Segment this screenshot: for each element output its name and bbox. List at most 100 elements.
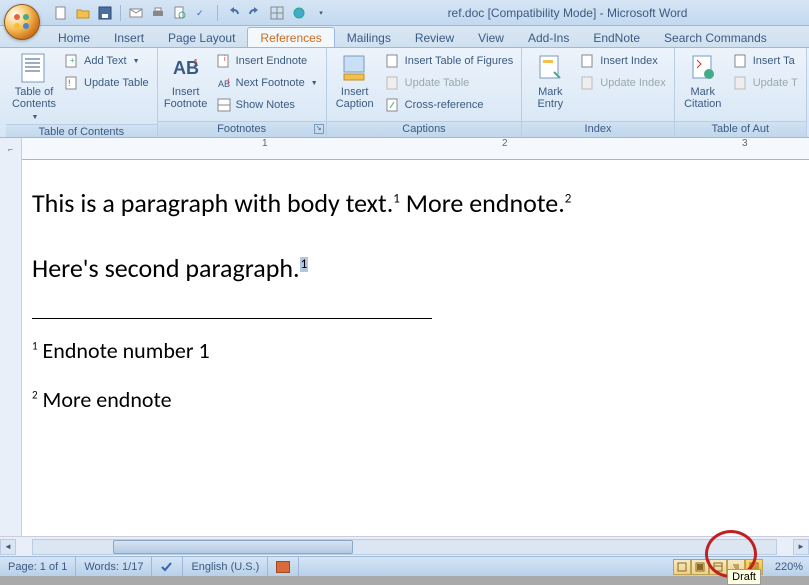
status-macro[interactable] [268, 557, 299, 576]
dialog-launcher-icon[interactable]: ↘ [314, 124, 324, 134]
group-toa: Mark Citation Insert Ta Update T Table o… [675, 48, 807, 137]
caption-label: Insert Caption [336, 86, 374, 110]
web-layout-view-button[interactable] [709, 559, 727, 575]
status-page[interactable]: Page: 1 of 1 [0, 557, 76, 576]
next-footnote-button[interactable]: AB1Next Footnote▼ [212, 72, 322, 94]
tab-page-layout[interactable]: Page Layout [156, 28, 247, 47]
mail-icon[interactable] [127, 4, 145, 22]
proof-icon [160, 561, 174, 573]
ruler-corner[interactable]: ⌐ [0, 138, 22, 160]
svg-text:+: + [70, 56, 75, 65]
update-table-button[interactable]: !Update Table [60, 72, 153, 94]
paragraph[interactable]: This is a paragraph with body text.1 Mor… [32, 188, 799, 219]
update3-icon [580, 75, 596, 91]
tab-view[interactable]: View [466, 28, 516, 47]
scroll-left-icon[interactable]: ◄ [0, 539, 16, 555]
qat-sep2 [217, 5, 218, 21]
update-ta-button[interactable]: Update T [729, 72, 802, 94]
redo-icon[interactable] [246, 4, 264, 22]
office-button[interactable] [4, 4, 40, 40]
insert-caption-button[interactable]: Insert Caption [331, 50, 379, 112]
status-language[interactable]: English (U.S.) [183, 557, 268, 576]
mark-cite-label: Mark Citation [684, 86, 721, 110]
insert-ta-button[interactable]: Insert Ta [729, 50, 802, 72]
qat-more-icon[interactable]: ▾ [312, 4, 330, 22]
status-bar: Page: 1 of 1 Words: 1/17 English (U.S.) … [0, 556, 809, 576]
svg-text:✓: ✓ [196, 8, 204, 18]
insert-footnote-button[interactable]: AB1 Insert Footnote [162, 50, 210, 112]
endnote-ref[interactable]: 2 [565, 191, 572, 206]
tab-add-ins[interactable]: Add-Ins [516, 28, 581, 47]
new-icon[interactable] [52, 4, 70, 22]
update2-icon [385, 75, 401, 91]
mark-entry-button[interactable]: Mark Entry [526, 50, 574, 112]
vertical-ruler[interactable] [0, 160, 22, 536]
ribbon-tabs: Home Insert Page Layout References Maili… [0, 26, 809, 48]
qat-sep [120, 5, 121, 21]
save-icon[interactable] [96, 4, 114, 22]
ruler-mark: 1 [262, 138, 268, 149]
tab-home[interactable]: Home [46, 28, 102, 47]
add-text-button[interactable]: +Add Text▼ [60, 50, 153, 72]
zoom-level[interactable]: 220% [769, 561, 809, 573]
endnote-text[interactable]: 1 Endnote number 1 [32, 337, 799, 364]
hyperlink-icon[interactable] [290, 4, 308, 22]
ruler-mark: 3 [742, 138, 748, 149]
chevron-down-icon: ▼ [311, 80, 318, 87]
full-screen-view-button[interactable] [691, 559, 709, 575]
endnote-text[interactable]: 2 More endnote [32, 386, 799, 413]
endnote-icon: i [216, 53, 232, 69]
tab-insert[interactable]: Insert [102, 28, 156, 47]
undo-icon[interactable] [224, 4, 242, 22]
table-of-contents-button[interactable]: Table of Contents ▼ [10, 50, 58, 124]
tof-icon [385, 53, 401, 69]
table-icon[interactable] [268, 4, 286, 22]
svg-text:!: ! [68, 78, 71, 88]
footnote-icon: AB1 [170, 52, 202, 84]
document-page[interactable]: This is a paragraph with body text.1 Mor… [22, 160, 809, 536]
show-notes-button[interactable]: Show Notes [212, 94, 322, 116]
status-words[interactable]: Words: 1/17 [76, 557, 152, 576]
endnote-ref[interactable]: 1 [393, 191, 400, 206]
open-icon[interactable] [74, 4, 92, 22]
window-title: ref.doc [Compatibility Mode] - Microsoft… [330, 6, 805, 20]
endnote-ref-selected[interactable]: 1 [300, 257, 309, 272]
group-footnotes: AB1 Insert Footnote iInsert Endnote AB1N… [158, 48, 327, 137]
tab-review[interactable]: Review [403, 28, 466, 47]
document-area: This is a paragraph with body text.1 Mor… [0, 160, 809, 536]
print-layout-view-button[interactable] [673, 559, 691, 575]
ruler[interactable]: ⌐ 1 2 3 [0, 138, 809, 160]
add-text-icon: + [64, 53, 80, 69]
macro-icon [276, 561, 290, 573]
insert-tof-button[interactable]: Insert Table of Figures [381, 50, 518, 72]
update-table2-button[interactable]: Update Table [381, 72, 518, 94]
spell-icon[interactable]: ✓ [193, 4, 211, 22]
preview-icon[interactable] [171, 4, 189, 22]
ribbon: Table of Contents ▼ +Add Text▼ !Update T… [0, 48, 809, 138]
horizontal-ruler[interactable]: 1 2 3 [22, 138, 809, 159]
toc-icon [18, 52, 50, 84]
scroll-thumb[interactable] [113, 540, 353, 554]
footnote-label: Insert Footnote [164, 86, 207, 110]
group-captions: Insert Caption Insert Table of Figures U… [327, 48, 523, 137]
scroll-right-icon[interactable]: ► [793, 539, 809, 555]
mark-citation-button[interactable]: Mark Citation [679, 50, 727, 112]
cross-reference-button[interactable]: Cross-reference [381, 94, 518, 116]
insert-endnote-button[interactable]: iInsert Endnote [212, 50, 322, 72]
title-bar: ✓ ▾ ref.doc [Compatibility Mode] - Micro… [0, 0, 809, 26]
group-label-captions: Captions [327, 121, 522, 137]
tab-endnote[interactable]: EndNote [581, 28, 652, 47]
status-proof[interactable] [152, 557, 183, 576]
update-index-button[interactable]: Update Index [576, 72, 669, 94]
group-label-toa: Table of Aut [675, 121, 806, 137]
tab-mailings[interactable]: Mailings [335, 28, 403, 47]
horizontal-scrollbar[interactable]: ◄ ► [0, 536, 809, 556]
tab-references[interactable]: References [247, 27, 334, 47]
scroll-track[interactable] [32, 539, 777, 555]
quick-access-toolbar: ✓ ▾ [52, 4, 330, 22]
tab-search-commands[interactable]: Search Commands [652, 28, 779, 47]
paragraph[interactable]: Here's second paragraph.1 [32, 253, 799, 284]
next-footnote-icon: AB1 [216, 75, 232, 91]
insert-index-button[interactable]: Insert Index [576, 50, 669, 72]
print-icon[interactable] [149, 4, 167, 22]
